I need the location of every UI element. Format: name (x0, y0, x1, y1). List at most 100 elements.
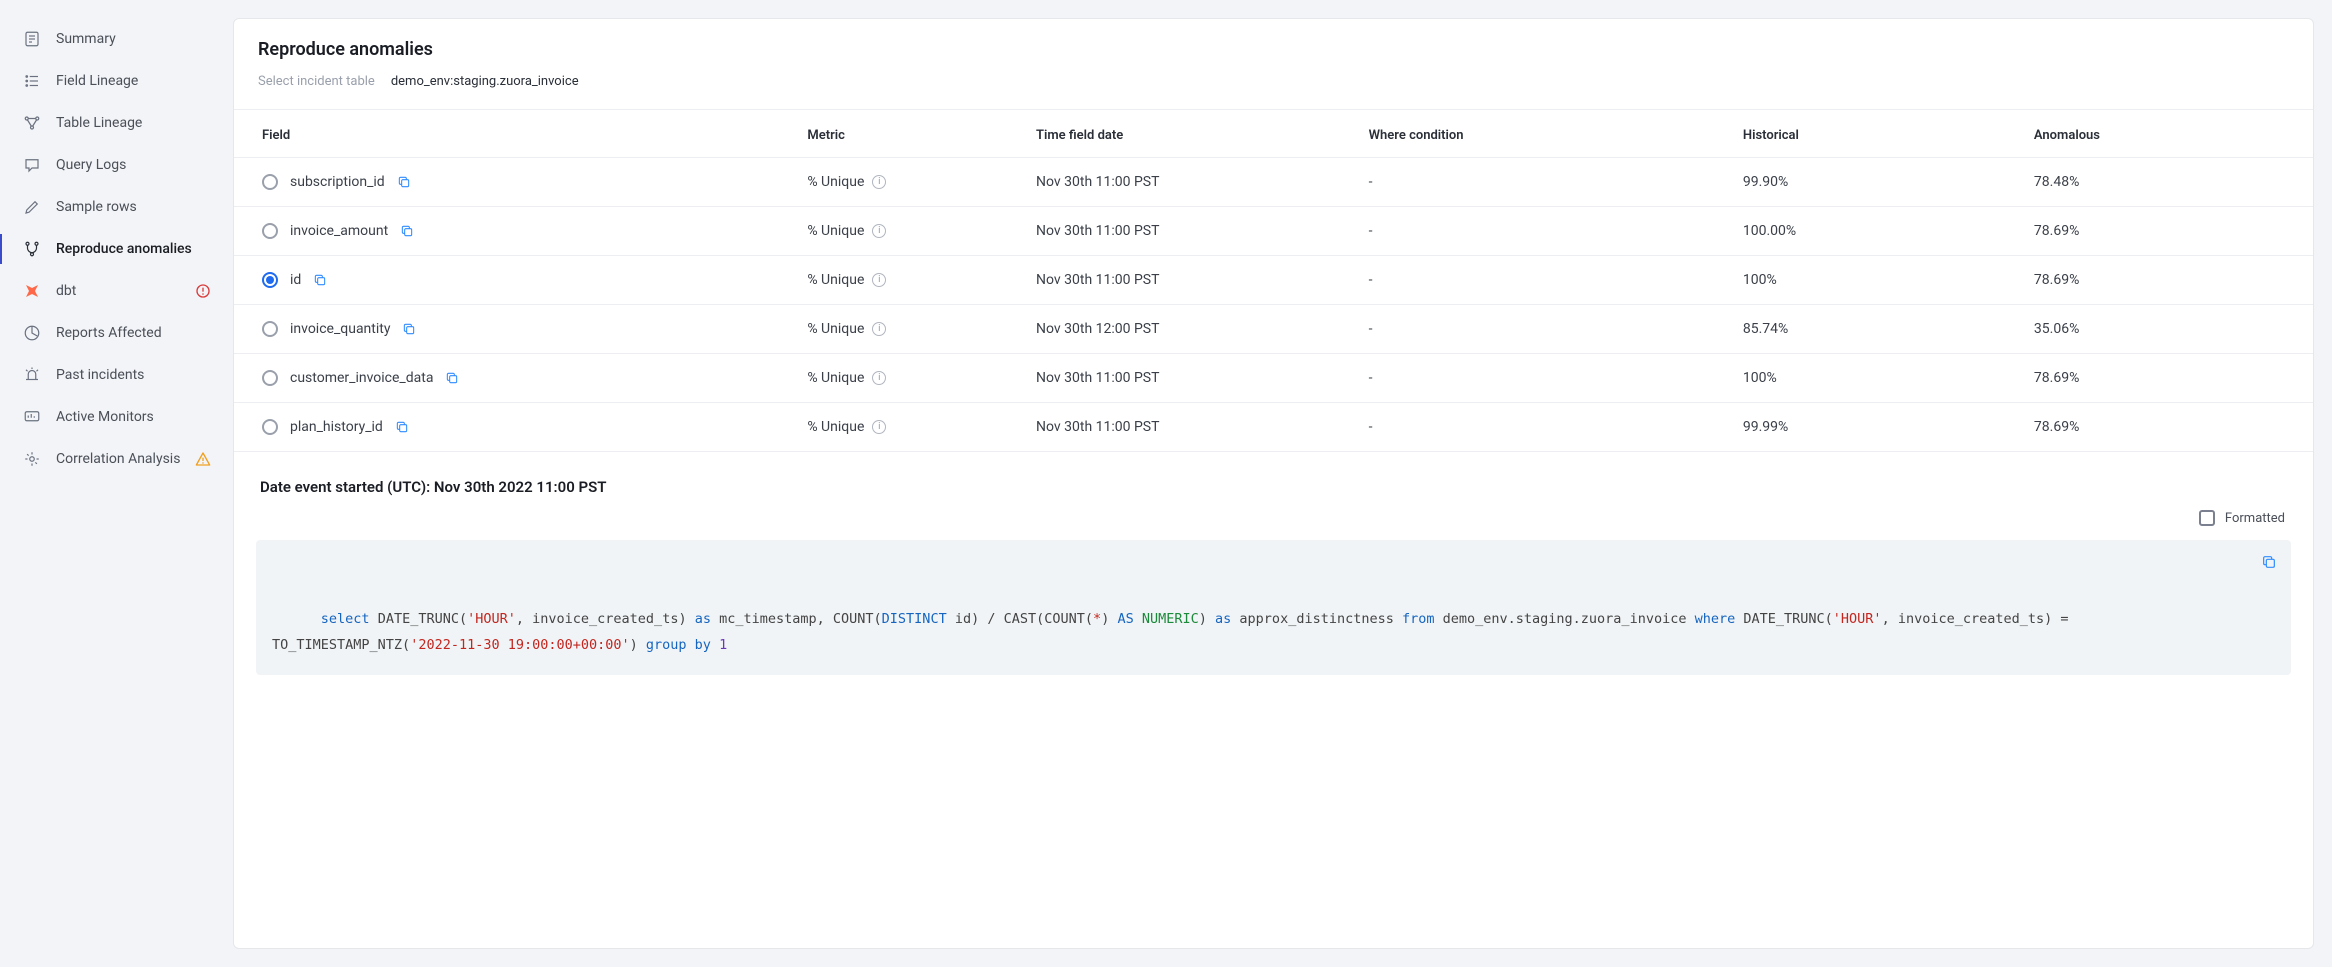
table-row[interactable]: invoice_amount% UniqueiNov 30th 11:00 PS… (234, 207, 2313, 256)
where-value: - (1357, 305, 1731, 354)
where-value: - (1357, 256, 1731, 305)
flow-icon (22, 113, 42, 133)
sidebar-item-summary[interactable]: Summary (0, 18, 233, 60)
radio-icon[interactable] (262, 419, 278, 435)
sidebar-item-label: Reproduce anomalies (56, 241, 211, 257)
th-field: Field (234, 110, 795, 158)
incident-table-selector[interactable]: Select incident table demo_env:staging.z… (234, 74, 2313, 110)
time-value: Nov 30th 11:00 PST (1024, 256, 1357, 305)
info-icon[interactable]: i (872, 175, 886, 189)
info-icon[interactable]: i (872, 273, 886, 287)
info-icon[interactable]: i (872, 420, 886, 434)
copy-icon[interactable] (395, 420, 409, 434)
sidebar-item-label: Past incidents (56, 367, 211, 383)
anomalous-value: 78.69% (2022, 256, 2313, 305)
sidebar-item-query-logs[interactable]: Query Logs (0, 144, 233, 186)
copy-icon[interactable] (400, 224, 414, 238)
page-title: Reproduce anomalies (234, 19, 2313, 74)
info-icon[interactable]: i (872, 224, 886, 238)
formatted-label: Formatted (2225, 511, 2285, 526)
dbt-icon (22, 281, 42, 301)
warning-icon (195, 451, 211, 467)
th-anomalous: Anomalous (2022, 110, 2313, 158)
metric-value: % Unique (807, 174, 864, 190)
radio-icon[interactable] (262, 223, 278, 239)
historical-value: 100.00% (1731, 207, 2022, 256)
formatted-toggle[interactable]: Formatted (234, 510, 2313, 536)
time-value: Nov 30th 11:00 PST (1024, 403, 1357, 452)
field-name: plan_history_id (290, 419, 383, 435)
sidebar-item-past-incidents[interactable]: Past incidents (0, 354, 233, 396)
sidebar-item-label: Summary (56, 31, 211, 47)
checkbox-icon (2199, 510, 2215, 526)
event-start-label: Date event started (UTC): Nov 30th 2022 … (234, 452, 2313, 510)
copy-icon[interactable] (2261, 554, 2277, 570)
sidebar-item-label: dbt (56, 283, 181, 299)
field-name: id (290, 272, 301, 288)
sidebar-item-reports-affected[interactable]: Reports Affected (0, 312, 233, 354)
th-metric: Metric (795, 110, 1024, 158)
radio-icon[interactable] (262, 174, 278, 190)
radio-icon[interactable] (262, 321, 278, 337)
where-value: - (1357, 158, 1731, 207)
alert-icon (195, 283, 211, 299)
metric-value: % Unique (807, 321, 864, 337)
sparkle-icon (22, 449, 42, 469)
sidebar-item-reproduce-anomalies[interactable]: Reproduce anomalies (0, 228, 233, 270)
historical-value: 100% (1731, 256, 2022, 305)
anomalous-value: 78.69% (2022, 207, 2313, 256)
sidebar-item-correlation-analysis[interactable]: Correlation Analysis (0, 438, 233, 480)
table-row[interactable]: customer_invoice_data% UniqueiNov 30th 1… (234, 354, 2313, 403)
sidebar-item-sample-rows[interactable]: Sample rows (0, 186, 233, 228)
info-icon[interactable]: i (872, 322, 886, 336)
th-where: Where condition (1357, 110, 1731, 158)
anomalous-value: 78.69% (2022, 403, 2313, 452)
where-value: - (1357, 403, 1731, 452)
historical-value: 100% (1731, 354, 2022, 403)
anomalous-value: 78.69% (2022, 354, 2313, 403)
sidebar-item-dbt[interactable]: dbt (0, 270, 233, 312)
sidebar-item-label: Correlation Analysis (56, 451, 181, 467)
copy-icon[interactable] (402, 322, 416, 336)
metric-value: % Unique (807, 272, 864, 288)
sidebar-item-label: Table Lineage (56, 115, 211, 131)
sidebar-item-table-lineage[interactable]: Table Lineage (0, 102, 233, 144)
copy-icon[interactable] (397, 175, 411, 189)
sidebar-item-label: Reports Affected (56, 325, 211, 341)
table-row[interactable]: plan_history_id % Unique i Nov 30th 11:00 P… (234, 403, 2313, 452)
anomalous-value: 35.06% (2022, 305, 2313, 354)
metric-value: % Unique (807, 419, 864, 435)
chat-icon (22, 155, 42, 175)
copy-icon[interactable] (445, 371, 459, 385)
copy-icon[interactable] (313, 273, 327, 287)
historical-value: 99.99% (1731, 403, 2022, 452)
radio-icon[interactable] (262, 370, 278, 386)
sidebar-item-label: Field Lineage (56, 73, 211, 89)
list-icon (22, 71, 42, 91)
sql-query[interactable]: select DATE_TRUNC('HOUR', invoice_create… (256, 540, 2291, 675)
th-time: Time field date (1024, 110, 1357, 158)
radio-icon[interactable] (262, 272, 278, 288)
field-name: subscription_id (290, 174, 385, 190)
sidebar-item-label: Sample rows (56, 199, 211, 215)
table-row[interactable]: id % Unique i Nov 30th 11:00 PST-100%78.69% (234, 256, 2313, 305)
sidebar: Summary Field Lineage Table Lineage Quer… (0, 0, 233, 967)
pie-icon (22, 323, 42, 343)
where-value: - (1357, 207, 1731, 256)
sidebar-item-label: Active Monitors (56, 409, 211, 425)
sidebar-item-field-lineage[interactable]: Field Lineage (0, 60, 233, 102)
select-label: Select incident table (258, 74, 375, 89)
table-row[interactable]: invoice_quantity% UniqueiNov 30th 12:00 … (234, 305, 2313, 354)
historical-value: 85.74% (1731, 305, 2022, 354)
main-content: Reproduce anomalies Select incident tabl… (233, 0, 2332, 967)
pencil-icon (22, 197, 42, 217)
table-row[interactable]: subscription_id% UniqueiNov 30th 11:00 P… (234, 158, 2313, 207)
time-value: Nov 30th 11:00 PST (1024, 207, 1357, 256)
siren-icon (22, 365, 42, 385)
sidebar-item-active-monitors[interactable]: Active Monitors (0, 396, 233, 438)
selected-table: demo_env:staging.zuora_invoice (391, 74, 579, 89)
monitor-icon (22, 407, 42, 427)
info-icon[interactable]: i (872, 371, 886, 385)
time-value: Nov 30th 11:00 PST (1024, 354, 1357, 403)
metric-value: % Unique (807, 223, 864, 239)
